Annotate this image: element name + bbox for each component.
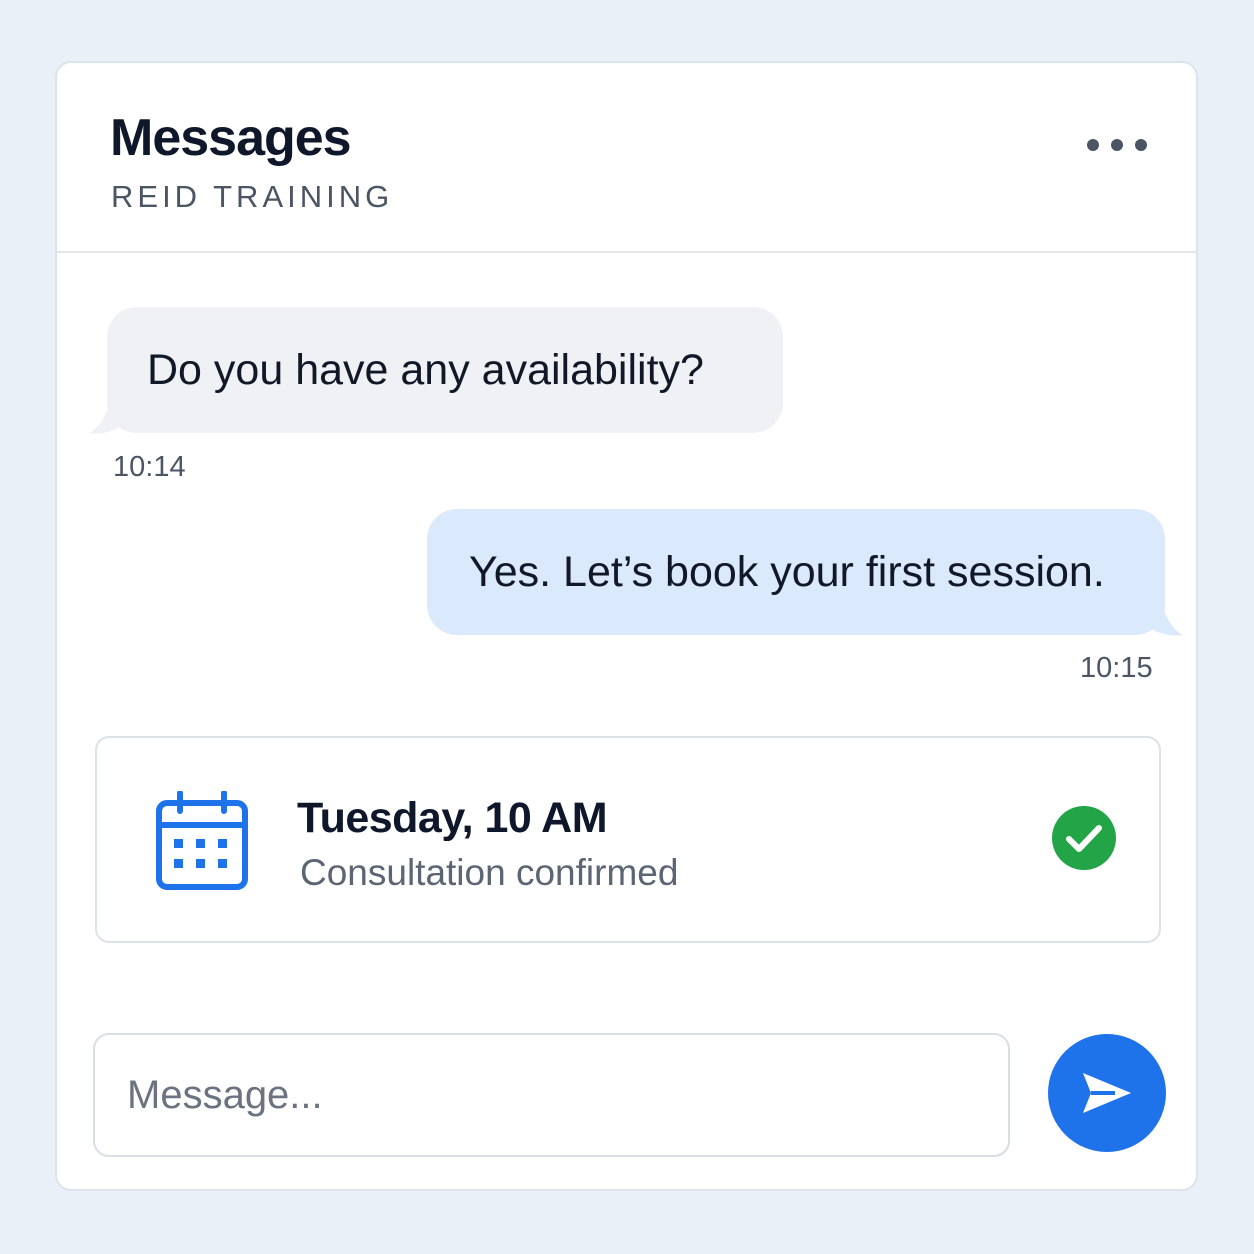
message-input[interactable]	[95, 1035, 1008, 1155]
page-title: Messages	[110, 109, 352, 167]
menu-dot	[1135, 139, 1147, 151]
message-text: Yes. Let’s book your first session.	[469, 547, 1105, 596]
booking-confirmation-card[interactable]: Tuesday, 10 AM Consultation confirmed	[95, 736, 1161, 943]
message-timestamp: 10:15	[1080, 652, 1153, 684]
calendar-icon	[156, 791, 248, 890]
contact-name: REID TRAINING	[111, 179, 394, 214]
send-button[interactable]	[1048, 1034, 1166, 1152]
booking-datetime: Tuesday, 10 AM	[297, 794, 608, 842]
send-icon	[1083, 1073, 1131, 1113]
message-composer	[93, 1033, 1010, 1157]
check-circle-icon	[1052, 806, 1116, 870]
message-text: Do you have any availability?	[147, 345, 704, 394]
outgoing-message-bubble: Yes. Let’s book your first session.	[427, 509, 1165, 635]
booking-status: Consultation confirmed	[300, 852, 679, 893]
incoming-message-bubble: Do you have any availability?	[107, 307, 783, 433]
menu-dot	[1087, 139, 1099, 151]
messages-panel: Messages REID TRAINING Do you have any a…	[55, 61, 1198, 1191]
more-options-icon[interactable]	[1087, 133, 1147, 157]
message-timestamp: 10:14	[113, 451, 186, 483]
menu-dot	[1111, 139, 1123, 151]
panel-header: Messages REID TRAINING	[57, 63, 1196, 253]
